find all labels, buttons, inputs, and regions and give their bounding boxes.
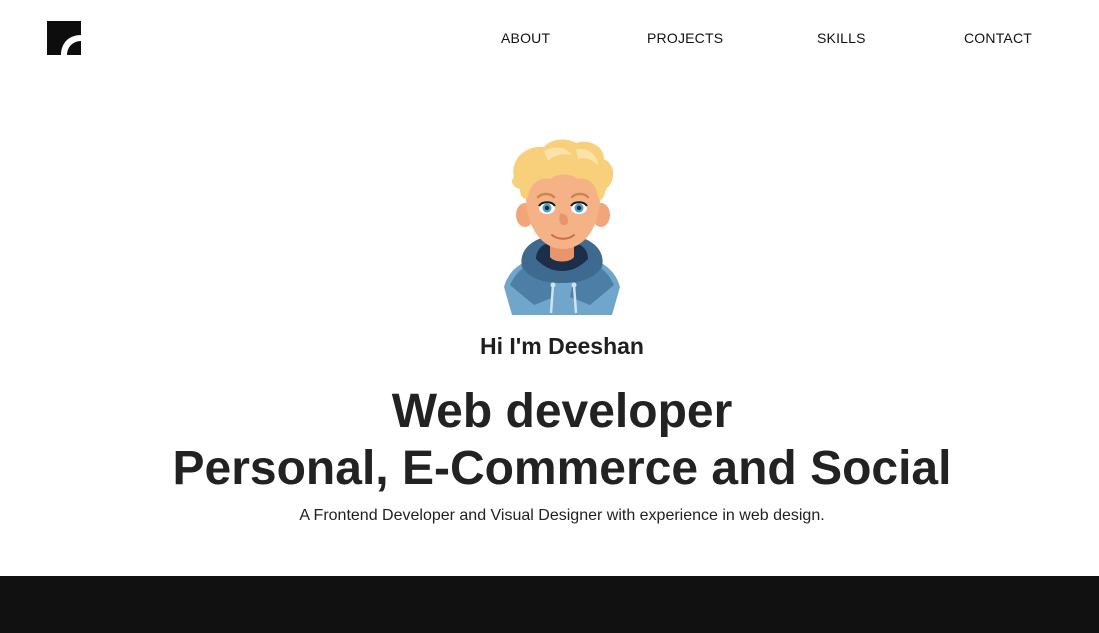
nav-link-projects[interactable]: PROJECTS xyxy=(647,30,723,46)
hero-headline: Web developer Personal, E-Commerce and S… xyxy=(0,383,1099,497)
dark-section-band xyxy=(0,576,1099,633)
nav-link-contact[interactable]: CONTACT xyxy=(964,30,1032,46)
headline-line-1: Web developer xyxy=(391,385,733,438)
main-nav: ABOUT PROJECTS SKILLS CONTACT xyxy=(0,30,1099,48)
hero-subtitle: A Frontend Developer and Visual Designer… xyxy=(299,507,825,524)
avatar-illustration xyxy=(504,139,620,315)
headline-line-2: Personal, E-Commerce and Social xyxy=(172,442,952,495)
hero-greeting: Hi I'm Deeshan xyxy=(480,333,644,359)
portfolio-page: ABOUT PROJECTS SKILLS CONTACT Hi I'm Dee… xyxy=(0,0,1099,633)
nav-link-about[interactable]: ABOUT xyxy=(501,30,550,46)
nav-link-skills[interactable]: SKILLS xyxy=(817,30,866,46)
